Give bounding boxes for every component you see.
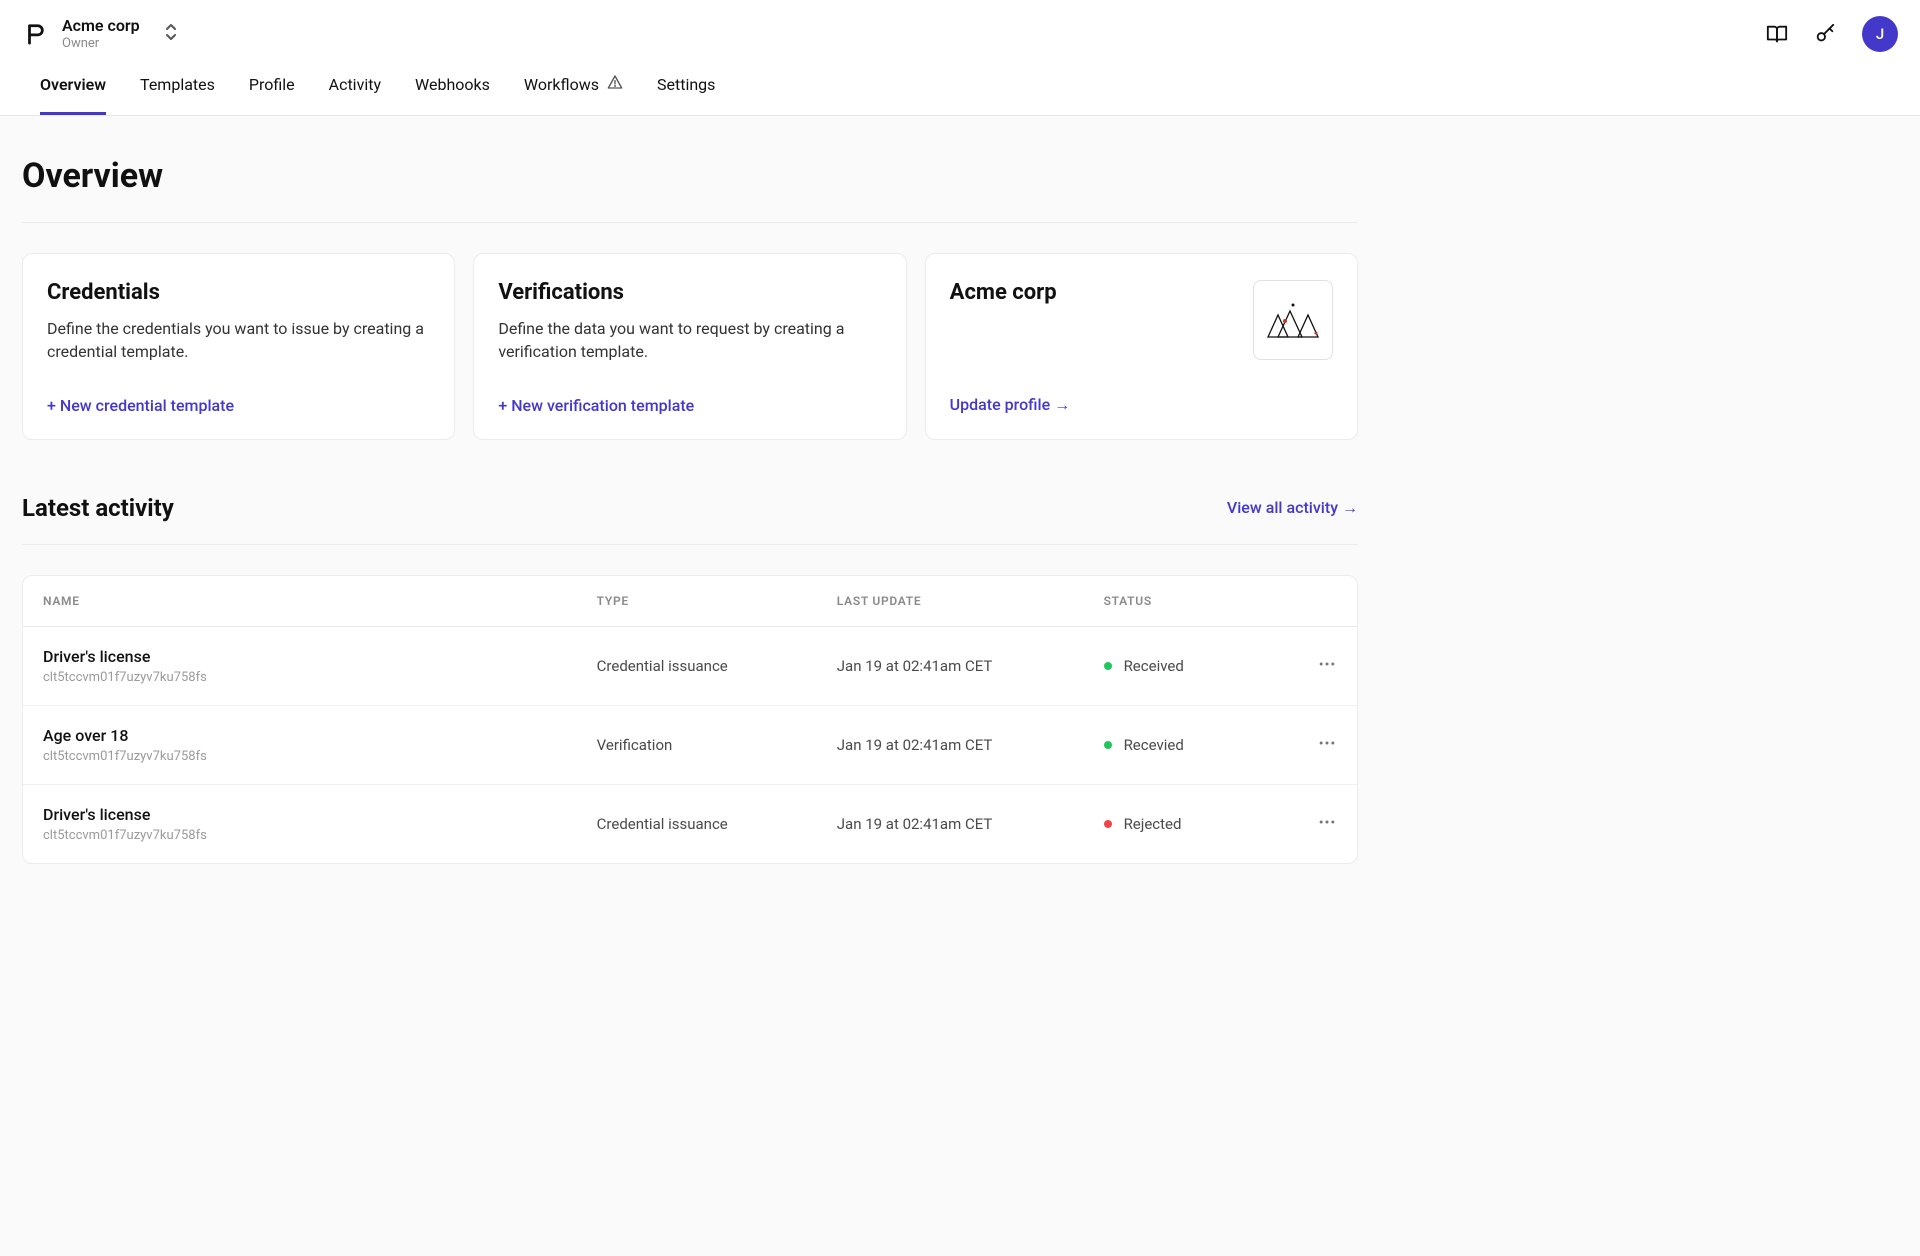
status-label: Recevied [1124,736,1184,754]
tab-label: Settings [657,75,715,94]
status-label: Rejected [1124,815,1182,833]
col-name: NAME [23,576,577,627]
tab-label: Overview [40,75,106,94]
tab-label: Webhooks [415,75,490,94]
app-logo-icon [22,21,48,47]
table-row[interactable]: Driver's license clt5tccvm01f7uzyv7ku758f… [23,785,1357,863]
status-dot-icon [1104,741,1112,749]
view-all-activity-link[interactable]: View all activity → [1227,498,1358,518]
tab-label: Workflows [524,75,599,94]
row-type: Credential issuance [577,627,817,706]
tab-profile[interactable]: Profile [249,74,295,115]
new-credential-template-link[interactable]: + New credential template [47,396,430,415]
row-status: Rejected [1084,785,1297,863]
row-more-button[interactable] [1317,812,1337,832]
verifications-card: Verifications Define the data you want t… [473,253,906,439]
credentials-card-desc: Define the credentials you want to issue… [47,317,430,363]
topbar: Acme corp Owner J [0,0,1920,116]
table-row[interactable]: Driver's license clt5tccvm01f7uzyv7ku758f… [23,627,1357,706]
row-last-update: Jan 19 at 02:41am CET [817,706,1084,785]
row-id: clt5tccvm01f7uzyv7ku758fs [43,670,557,685]
tab-label: Profile [249,75,295,94]
row-id: clt5tccvm01f7uzyv7ku758fs [43,828,557,843]
row-last-update: Jan 19 at 02:41am CET [817,627,1084,706]
tab-activity[interactable]: Activity [329,74,381,115]
chevron-up-down-icon [164,23,178,45]
tab-webhooks[interactable]: Webhooks [415,74,490,115]
status-dot-icon [1104,662,1112,670]
docs-icon[interactable] [1766,23,1788,45]
update-profile-link[interactable]: Update profile → [950,395,1333,415]
warning-icon [607,74,623,94]
row-id: clt5tccvm01f7uzyv7ku758fs [43,749,557,764]
profile-card-title: Acme corp [950,280,1057,305]
row-type: Verification [577,706,817,785]
verifications-card-desc: Define the data you want to request by c… [498,317,881,363]
credentials-card-title: Credentials [47,280,430,305]
tab-settings[interactable]: Settings [657,74,715,115]
row-status: Recevied [1084,706,1297,785]
tab-label: Activity [329,75,381,94]
new-verification-template-link[interactable]: + New verification template [498,396,881,415]
row-more-button[interactable] [1317,733,1337,753]
verifications-card-title: Verifications [498,280,881,305]
row-more-button[interactable] [1317,654,1337,674]
avatar[interactable]: J [1862,16,1898,52]
col-last-update: LAST UPDATE [817,576,1084,627]
profile-card: Acme corp Update profile → [925,253,1358,439]
table-row[interactable]: Age over 18 clt5tccvm01f7uzyv7ku758fs Veri… [23,706,1357,785]
col-status: STATUS [1084,576,1297,627]
main-tabs: Overview Templates Profile Activity Webhooks… [0,52,1920,115]
row-last-update: Jan 19 at 02:41am CET [817,785,1084,863]
org-logo-icon [1253,280,1333,360]
row-name: Driver's license [43,805,557,824]
row-status: Received [1084,627,1297,706]
credentials-card: Credentials Define the credentials you w… [22,253,455,439]
tab-overview[interactable]: Overview [40,74,106,115]
org-name: Acme corp [62,16,140,36]
col-type: TYPE [577,576,817,627]
org-switcher[interactable]: Acme corp Owner [22,16,178,52]
latest-activity-title: Latest activity [22,494,174,522]
status-dot-icon [1104,820,1112,828]
api-keys-icon[interactable] [1814,23,1836,45]
org-role: Owner [62,36,140,52]
divider [22,222,1358,223]
tab-label: Templates [140,75,215,94]
row-name: Driver's license [43,647,557,666]
avatar-initial: J [1876,25,1884,43]
tab-workflows[interactable]: Workflows [524,74,623,115]
status-label: Received [1124,657,1184,675]
row-type: Credential issuance [577,785,817,863]
page-title: Overview [22,156,1358,196]
row-name: Age over 18 [43,726,557,745]
tab-templates[interactable]: Templates [140,74,215,115]
activity-table: NAME TYPE LAST UPDATE STATUS Driver's li… [22,575,1358,864]
divider [22,544,1358,545]
